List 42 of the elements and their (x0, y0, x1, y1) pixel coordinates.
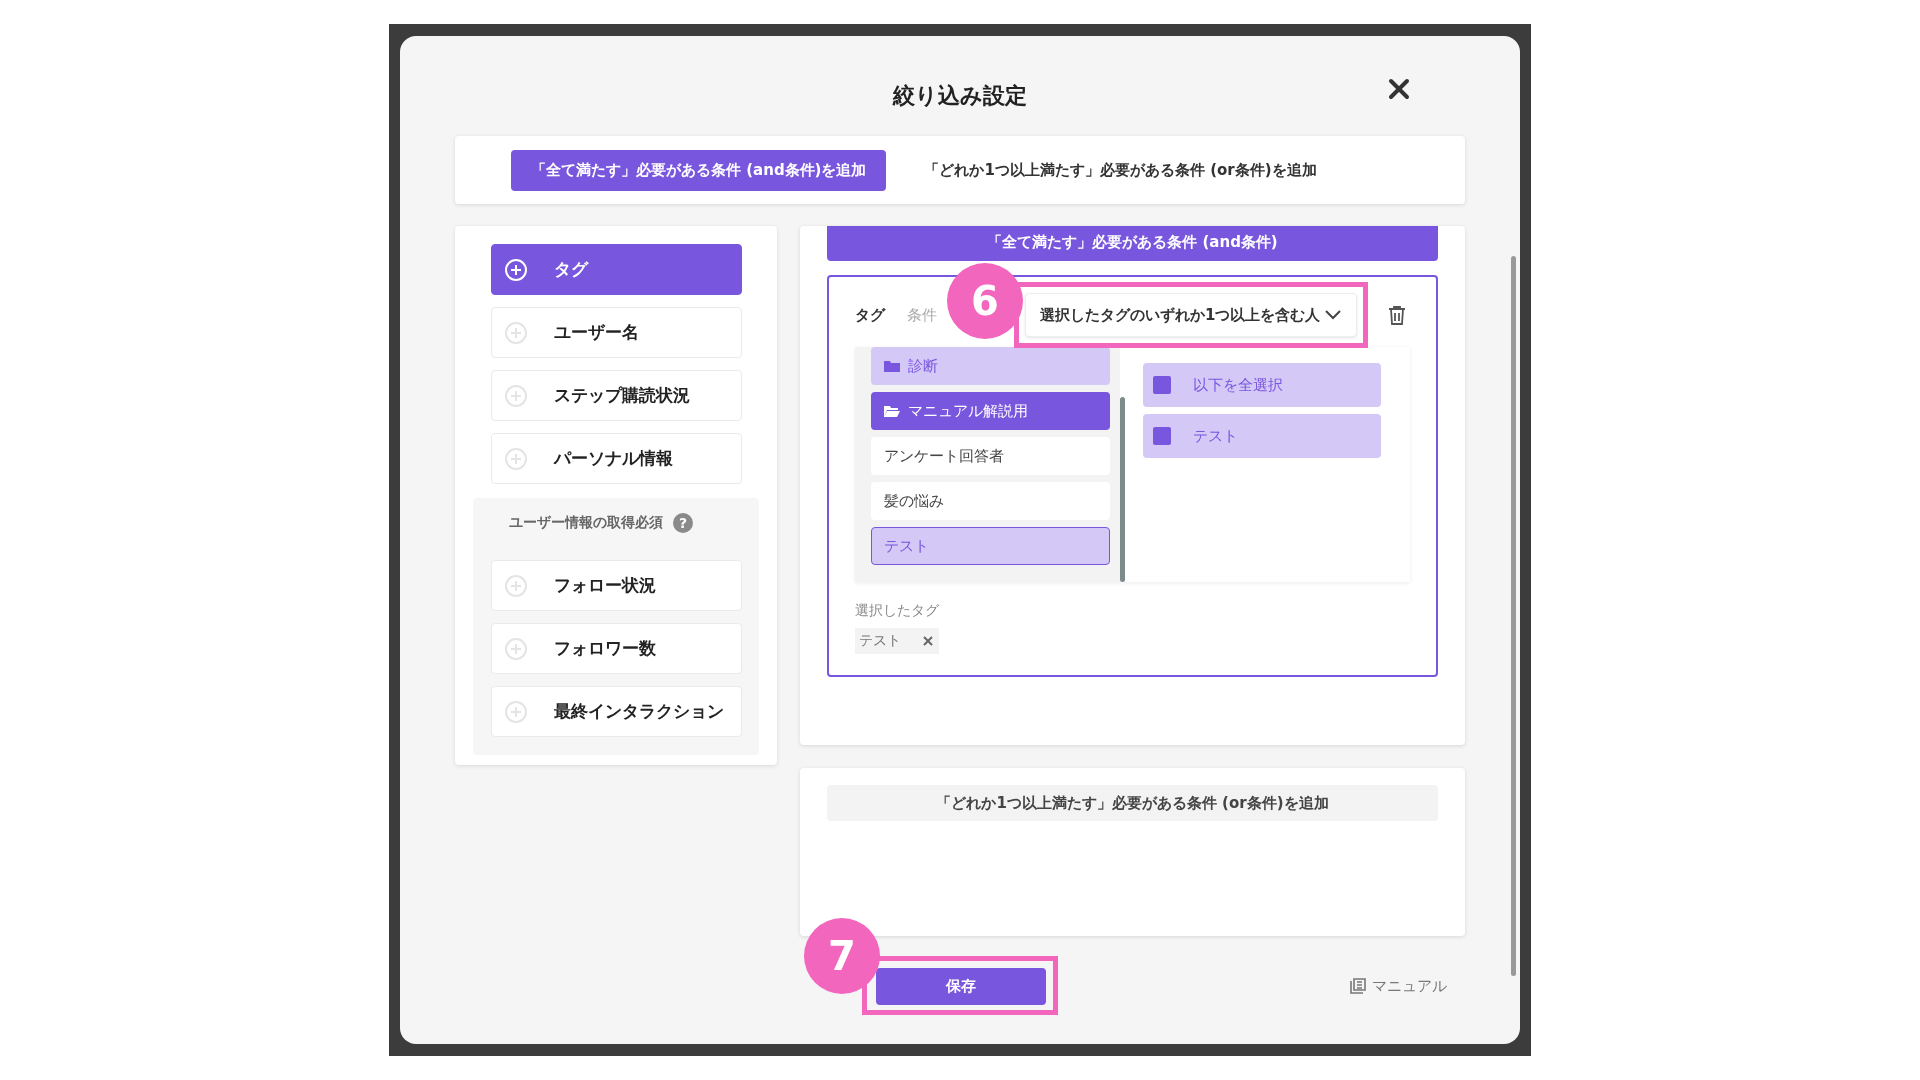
book-icon (1350, 978, 1366, 994)
checkbox[interactable] (1153, 376, 1171, 394)
tag-chip: テスト (855, 628, 939, 654)
plus-circle-icon (504, 446, 528, 471)
group-title: ユーザー情報の取得必須 (509, 514, 663, 532)
condition-label: 条件 (907, 305, 938, 325)
scrollbar[interactable] (1120, 397, 1125, 582)
manual-link[interactable]: マニュアル (1350, 976, 1447, 996)
category-item[interactable]: パーソナル情報 (491, 433, 742, 484)
category-item[interactable]: タグ (491, 244, 742, 295)
save-button[interactable]: 保存 (876, 967, 1046, 1005)
plus-circle-icon (504, 257, 528, 282)
scrollbar[interactable] (1511, 256, 1516, 976)
mode-tab[interactable]: 「全て満たす」必要がある条件 (and条件)を追加 (511, 149, 887, 191)
category-item[interactable]: フォロワー数 (491, 623, 742, 674)
checkbox[interactable] (1153, 427, 1171, 445)
close-icon[interactable] (1388, 78, 1410, 100)
plus-circle-icon (504, 383, 528, 408)
category-item[interactable]: ステップ購読状況 (491, 370, 742, 421)
open-folder-icon (884, 404, 900, 418)
plus-circle-icon (504, 320, 528, 345)
plus-circle-icon (504, 636, 528, 661)
tag-list-item[interactable]: アンケート回答者 (871, 437, 1110, 475)
tag-list-item[interactable]: マニュアル解説用 (871, 392, 1110, 430)
chevron-down-icon (1324, 309, 1343, 321)
folder-icon (884, 359, 900, 373)
dialog-title: 絞り込み設定 (893, 82, 1027, 110)
mode-tab[interactable]: 「どれか1つ以上満たす」必要がある条件 (or条件)を追加 (904, 149, 1337, 191)
trash-icon[interactable] (1388, 305, 1406, 325)
tag-label: タグ (855, 305, 887, 325)
section-header: 「全て満たす」必要がある条件 (and条件) (827, 226, 1438, 261)
remove-icon[interactable] (923, 636, 933, 646)
condition-dropdown[interactable]: 選択したタグのいずれか1つ以上を含む人 (1025, 293, 1358, 337)
add-or-condition-button[interactable]: 「どれか1つ以上満たす」必要がある条件 (or条件)を追加 (827, 785, 1438, 821)
step-badge: 6 (947, 263, 1023, 339)
category-item[interactable]: 最終インタラクション (491, 686, 742, 737)
tag-list-item[interactable]: 髪の悩み (871, 482, 1110, 520)
plus-circle-icon (504, 573, 528, 598)
selected-tags-label: 選択したタグ (855, 602, 940, 620)
plus-circle-icon (504, 699, 528, 724)
category-item[interactable]: ユーザー名 (491, 307, 742, 358)
category-item[interactable]: フォロー状況 (491, 560, 742, 611)
